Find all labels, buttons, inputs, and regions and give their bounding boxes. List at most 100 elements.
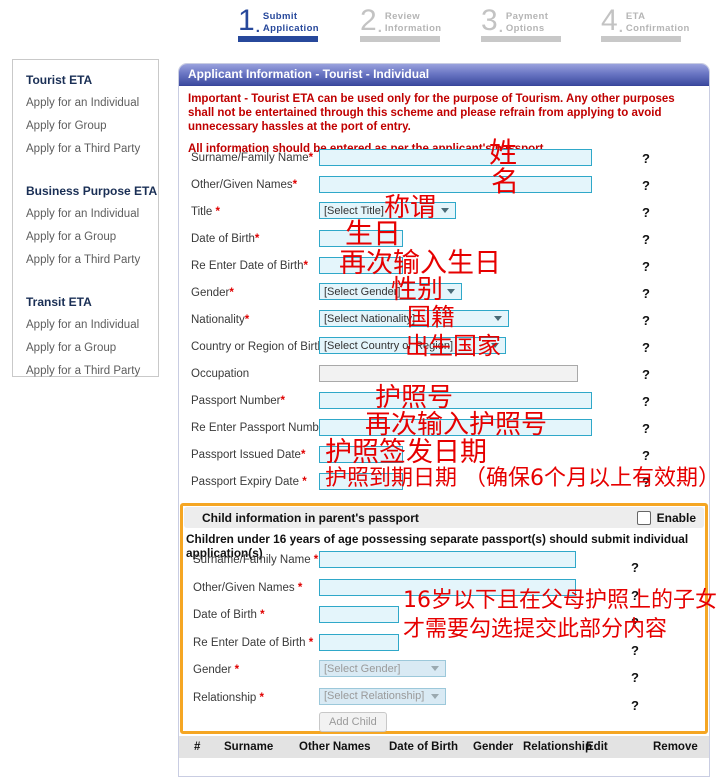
form-row-given-names: Other/Given Names* ? 名 [179,172,709,199]
chevron-down-icon [447,289,455,294]
step-number: 4 [601,8,618,34]
form-row-re-dob: Re Enter Date of Birth* ? 再次输入生日 [179,253,709,280]
important-notice: Important - Tourist ETA can be used only… [188,93,700,134]
given-names-input[interactable] [319,176,592,193]
help-icon[interactable]: ? [642,448,650,463]
help-icon[interactable]: ? [642,340,650,355]
annotation-passport-expiry: 护照到期日期 （确保6个月以上有效期） [325,468,720,490]
child-re-dob-input[interactable] [319,634,399,651]
child-dob-label: Date of Birth * [193,609,265,621]
sidebar-item-transit-group[interactable]: Apply for a Group [26,336,158,359]
occupation-input[interactable] [319,365,578,382]
step-dot: . [499,22,503,34]
chevron-down-icon [441,208,449,213]
help-icon[interactable]: ? [642,286,650,301]
annotation-child-line2: 才需要勾选提交此部分内容 [403,619,667,641]
child-panel-header: Child information in parent's passport E… [184,507,704,528]
step-label-line2: Application [263,23,319,34]
re-dob-label: Re Enter Date of Birth* [191,260,308,272]
child-row-gender: Gender * [Select Gender] ? [183,657,705,685]
progress-steps: 1. SubmitApplication 2. ReviewInformatio… [0,8,720,54]
col-index: # [194,741,200,753]
add-child-button[interactable]: Add Child [319,712,387,732]
surname-input[interactable] [319,149,592,166]
sidebar-item-tourist-individual[interactable]: Apply for an Individual [26,91,158,114]
child-dob-input[interactable] [319,606,399,623]
child-surname-label: Surname/Family Name * [193,554,318,566]
step-number: 1 [238,8,255,34]
passport-issued-label: Passport Issued Date* [191,449,305,461]
sidebar-nav: Tourist ETA Apply for an Individual Appl… [12,59,159,377]
form-row-passport-issued: Passport Issued Date* ? 护照签发日期 [179,442,709,469]
child-gender-select[interactable]: [Select Gender] [319,660,446,677]
help-icon[interactable]: ? [642,394,650,409]
child-gender-label: Gender * [193,664,239,676]
sidebar-item-tourist-group[interactable]: Apply for Group [26,114,158,137]
step-label-line1: Submit [263,11,319,22]
sidebar-section-business-eta: Business Purpose ETA [26,184,158,198]
help-icon[interactable]: ? [642,232,650,247]
annotation-re-passport-number: 再次输入护照号 [365,412,547,438]
col-relationship: Relationship [523,741,592,753]
annotation-dob: 生日 [345,220,401,248]
annotation-gender: 性别 [391,277,443,303]
enable-label: Enable [657,511,696,525]
gender-label: Gender* [191,287,234,299]
help-icon[interactable]: ? [642,313,650,328]
passport-number-input[interactable] [319,392,592,409]
child-relationship-label: Relationship * [193,692,264,704]
form-row-title: Title * [Select Title] ? 称谓 [179,199,709,226]
help-icon[interactable]: ? [642,367,650,382]
chevron-down-icon [494,316,502,321]
step-number: 3 [481,8,498,34]
help-icon[interactable]: ? [631,670,639,685]
step-label-line1: Review [385,11,442,22]
help-icon[interactable]: ? [642,205,650,220]
applicant-form-panel: Applicant Information - Tourist - Indivi… [178,63,710,777]
sidebar-item-transit-individual[interactable]: Apply for an Individual [26,313,158,336]
help-icon[interactable]: ? [642,151,650,166]
step-submit-application: 1. SubmitApplication [238,8,319,42]
help-icon[interactable]: ? [642,259,650,274]
help-icon[interactable]: ? [642,421,650,436]
sidebar-item-transit-third-party[interactable]: Apply for a Third Party [26,359,158,382]
child-information-panel: Child information in parent's passport E… [180,503,708,734]
help-icon[interactable]: ? [642,178,650,193]
child-row-relationship: Relationship * [Select Relationship] ? [183,685,705,713]
col-gender: Gender [473,741,513,753]
col-date-of-birth: Date of Birth [389,741,458,753]
dob-label: Date of Birth* [191,233,259,245]
help-icon[interactable]: ? [631,698,639,713]
form-row-birth-country: Country or Region of Birth* [Select Coun… [179,334,709,361]
col-other-names: Other Names [299,741,371,753]
col-surname: Surname [224,741,273,753]
sidebar-item-tourist-third-party[interactable]: Apply for a Third Party [26,137,158,160]
child-row-surname: Surname/Family Name * ? [183,547,705,575]
help-icon[interactable]: ? [631,560,639,575]
help-icon[interactable]: ? [631,643,639,658]
form-row-surname: Surname/Family Name* ? 姓 [179,145,709,172]
annotation-child-line1: 16岁以下且在父母护照上的子女 [403,590,717,612]
step-dot: . [378,22,382,34]
chevron-down-icon [431,694,439,699]
re-passport-number-label: Re Enter Passport Number* [191,422,334,434]
annotation-passport-number: 护照号 [375,385,453,411]
annotation-passport-issued: 护照签发日期 [325,439,487,466]
col-edit: Edit [586,741,608,753]
child-relationship-select[interactable]: [Select Relationship] [319,688,446,705]
step-number: 2 [360,8,377,34]
sidebar-item-business-group[interactable]: Apply for a Group [26,225,158,248]
annotation-re-dob: 再次输入生日 [339,250,501,277]
step-payment-options: 3. PaymentOptions [481,8,561,42]
annotation-given-names: 名 [491,168,519,196]
child-surname-input[interactable] [319,551,576,568]
nationality-label: Nationality* [191,314,249,326]
annotation-birth-country: 出生国家 [405,334,501,358]
passport-expiry-label: Passport Expiry Date * [191,476,307,488]
step-dot: . [256,22,260,34]
sidebar-item-business-individual[interactable]: Apply for an Individual [26,202,158,225]
step-label-line1: ETA [626,11,690,22]
enable-checkbox[interactable] [637,511,651,525]
given-names-label: Other/Given Names* [191,179,297,191]
sidebar-item-business-third-party[interactable]: Apply for a Third Party [26,248,158,271]
